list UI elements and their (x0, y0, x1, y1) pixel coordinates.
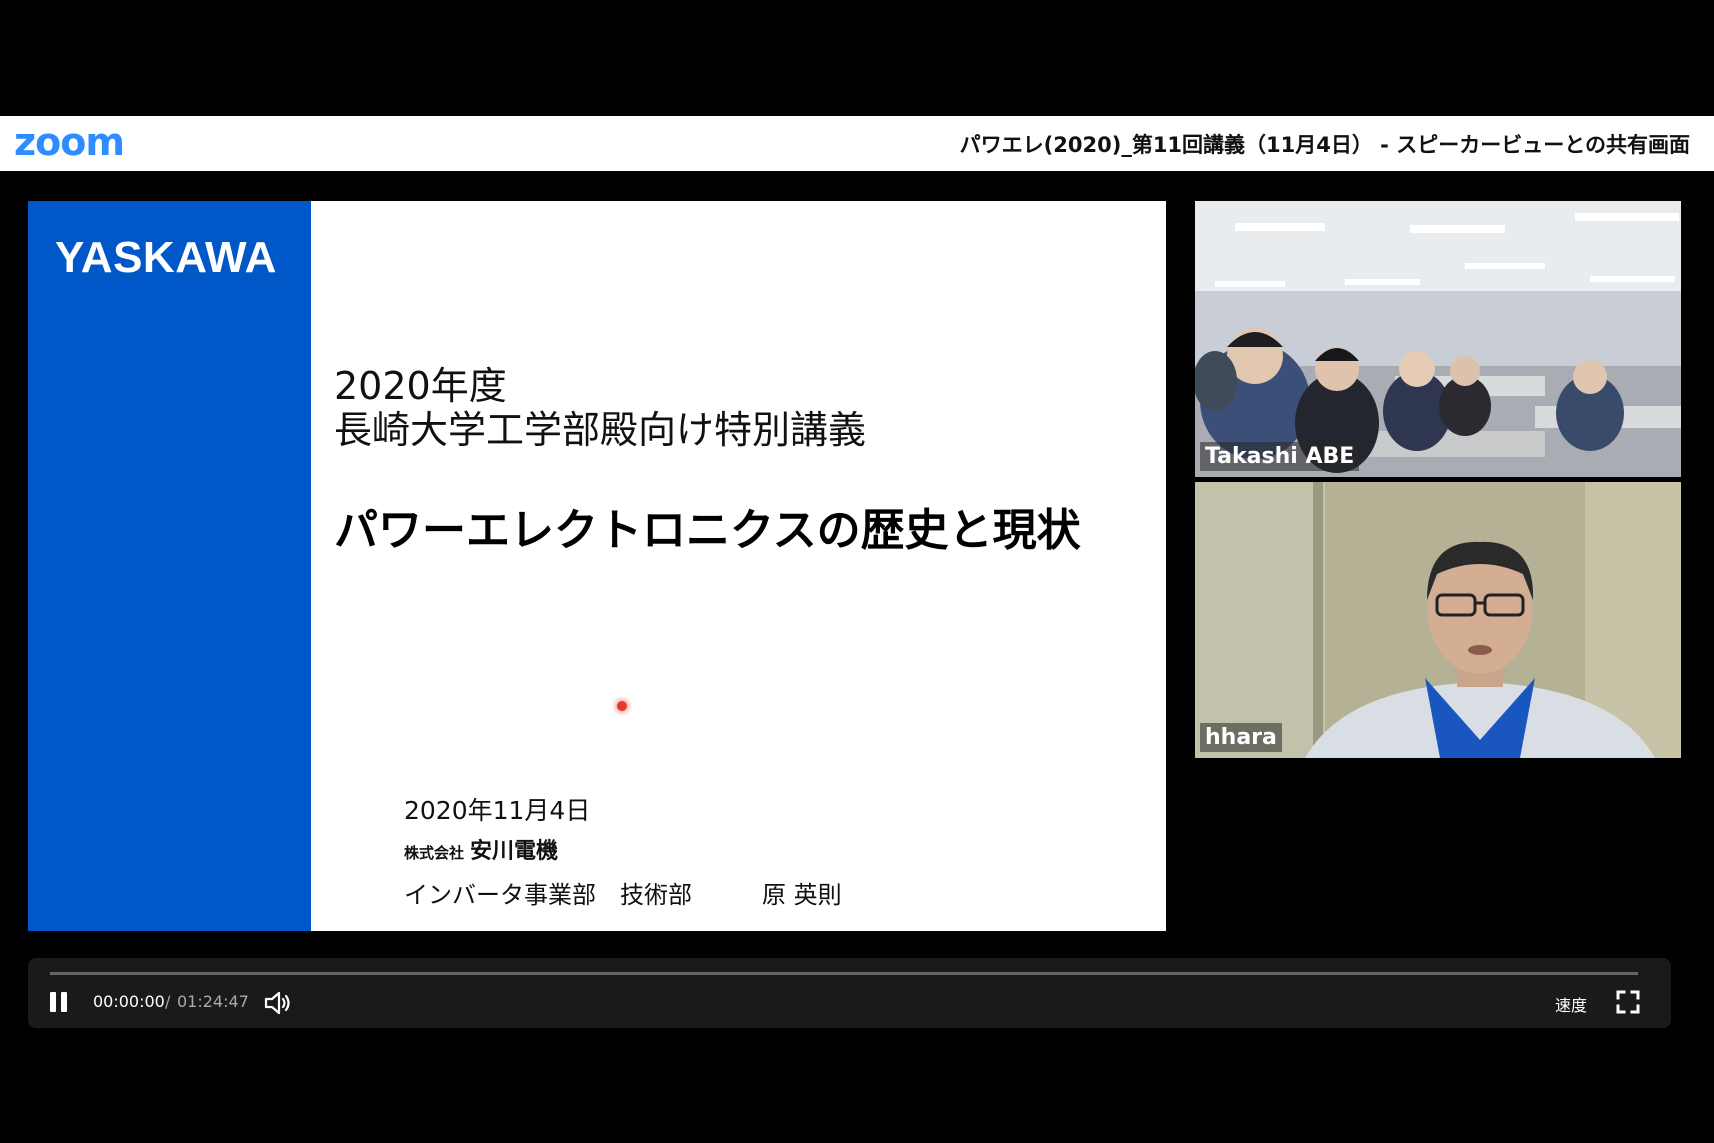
slide-course: 長崎大学工学部殿向け特別講義 (334, 408, 867, 452)
slide-presenter: 原 英則 (762, 881, 842, 909)
participant-video-tile[interactable]: hhara (1195, 482, 1681, 758)
current-time: 00:00:00 (93, 992, 165, 1011)
slide-title: パワーエレクトロニクスの歴史と現状 (334, 505, 1081, 556)
classroom-video (1195, 201, 1681, 477)
participant-name-label: Takashi ABE (1200, 442, 1360, 471)
speaker-video (1195, 482, 1681, 758)
fullscreen-icon[interactable] (1615, 989, 1641, 1015)
slide-date: 2020年11月4日 (404, 796, 591, 825)
progress-bar[interactable] (50, 972, 1638, 975)
time-separator: / (165, 992, 171, 1011)
participant-video-tile[interactable]: Takashi ABE (1195, 201, 1681, 477)
video-player-controls: 00:00:00 / 01:24:47 速度 (28, 958, 1671, 1028)
volume-icon[interactable] (263, 990, 293, 1016)
total-duration: 01:24:47 (177, 992, 249, 1011)
window-title: パワエレ(2020)_第11回講義（11月4日） - スピーカービューとの共有画… (959, 133, 1690, 157)
participant-name-label: hhara (1200, 723, 1282, 752)
title-bar: zoom パワエレ(2020)_第11回講義（11月4日） - スピーカービュー… (0, 116, 1714, 171)
company-prefix: 株式会社 (404, 844, 465, 862)
pause-icon[interactable] (48, 990, 70, 1014)
yaskawa-logo: YASKAWA (55, 233, 277, 282)
slide-brand-band: YASKAWA (28, 201, 311, 931)
slide-department: インバータ事業部 技術部 (404, 881, 692, 909)
playback-speed-button[interactable]: 速度 (1555, 992, 1587, 1016)
shared-screen-slide: YASKAWA 2020年度 長崎大学工学部殿向け特別講義 パワーエレクトロニク… (28, 201, 1166, 931)
zoom-logo: zoom (14, 120, 125, 164)
laser-pointer-dot (617, 701, 627, 711)
company-name: 安川電機 (470, 839, 559, 864)
slide-company: 株式会社 安川電機 (404, 833, 558, 865)
